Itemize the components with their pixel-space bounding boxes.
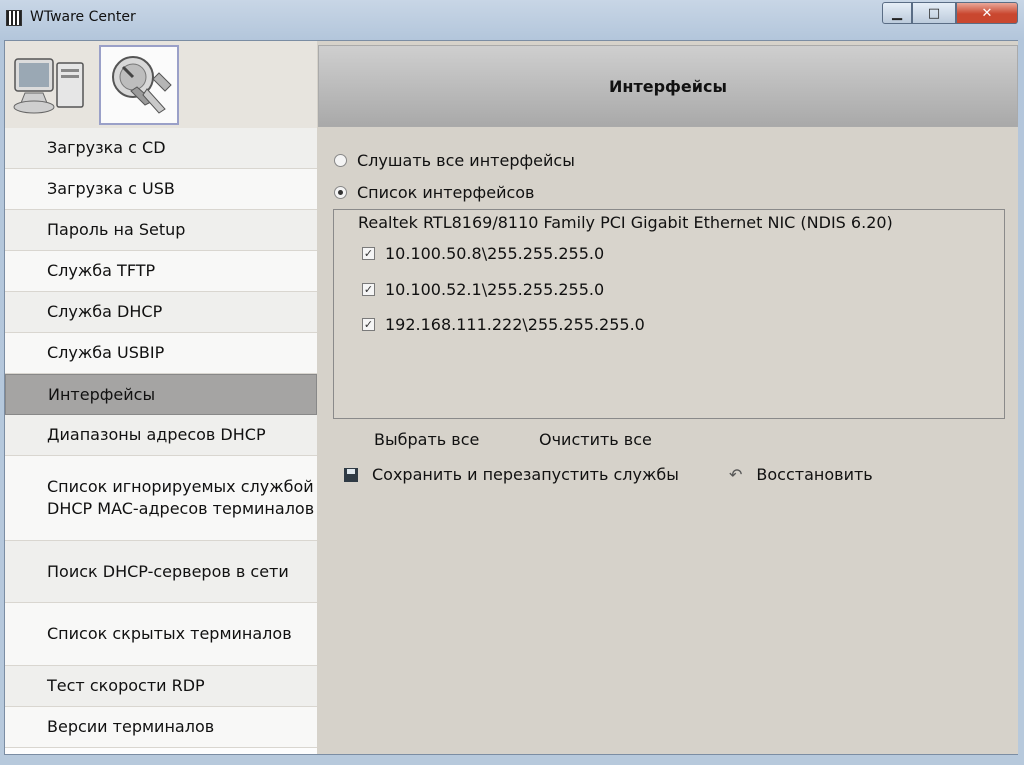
sidebar-item-dhcp[interactable]: Служба DHCP: [5, 292, 317, 333]
sidebar-item-label: Интерфейсы: [48, 384, 156, 404]
maximize-button[interactable]: □: [912, 2, 956, 24]
checkbox[interactable]: ✓: [362, 247, 375, 260]
sidebar-item-label: Служба DHCP: [47, 302, 163, 321]
main-panel: Интерфейсы Слушать все интерфейсы Список…: [318, 41, 1018, 754]
icon-toolbar: [5, 41, 317, 128]
address-label: 192.168.111.222\255.255.255.0: [385, 315, 645, 334]
save-icon: [344, 467, 358, 482]
app-icon: [6, 10, 22, 26]
radio-button[interactable]: [334, 186, 347, 199]
interface-list-box: [333, 209, 1005, 419]
sidebar-item-label: Список игнорируемых службой DHCP MAC-адр…: [47, 477, 315, 518]
computer-icon[interactable]: [9, 45, 89, 125]
sidebar-item-label: Тест скорости RDP: [47, 676, 205, 695]
undo-icon: ↶: [729, 465, 743, 484]
checkbox[interactable]: ✓: [362, 318, 375, 331]
sidebar-item-boot-usb[interactable]: Загрузка с USB: [5, 169, 317, 210]
sidebar-item-label: Служба TFTP: [47, 261, 156, 280]
sidebar-item-label: Версии терминалов: [47, 717, 215, 736]
sidebar-item-usbip[interactable]: Служба USBIP: [5, 333, 317, 374]
radio-listen-all[interactable]: Слушать все интерфейсы: [334, 151, 575, 170]
select-all-link[interactable]: Выбрать все: [374, 430, 479, 449]
radio-label: Список интерфейсов: [357, 183, 535, 202]
sidebar-item-label: Список скрытых терминалов: [47, 624, 292, 643]
address-label: 10.100.52.1\255.255.255.0: [385, 280, 605, 299]
sidebar-item-label: Поиск DHCP-серверов в сети: [47, 561, 289, 581]
close-button[interactable]: ✕: [956, 2, 1018, 24]
window-title: WTware Center: [30, 9, 136, 25]
adapter-name: Realtek RTL8169/8110 Family PCI Gigabit …: [358, 213, 893, 232]
save-restart-label: Сохранить и перезапустить службы: [372, 465, 679, 484]
minimize-button[interactable]: ▁: [882, 2, 912, 24]
title-bar[interactable]: WTware Center ▁ □ ✕: [0, 0, 1024, 36]
sidebar-item-hidden-terminals[interactable]: Список скрытых терминалов: [5, 603, 317, 666]
radio-label: Слушать все интерфейсы: [357, 151, 575, 170]
checkbox[interactable]: ✓: [362, 283, 375, 296]
address-label: 10.100.50.8\255.255.255.0: [385, 244, 605, 263]
client-area: Загрузка с CD Загрузка с USB Пароль на S…: [4, 40, 1018, 755]
sidebar-item-label: Служба USBIP: [47, 343, 165, 362]
save-restart-button[interactable]: Сохранить и перезапустить службы: [344, 465, 679, 484]
address-item[interactable]: ✓ 10.100.50.8\255.255.255.0: [362, 244, 604, 263]
satellite-wrench-icon[interactable]: [99, 45, 179, 125]
sidebar-item-tftp[interactable]: Служба TFTP: [5, 251, 317, 292]
sidebar-item-interfaces[interactable]: Интерфейсы: [5, 374, 317, 415]
sidebar-item-rdp-speed[interactable]: Тест скорости RDP: [5, 666, 317, 707]
restore-button[interactable]: ↶ Восстановить: [729, 465, 873, 484]
page-title: Интерфейсы: [609, 76, 727, 96]
sidebar-item-boot-cd[interactable]: Загрузка с CD: [5, 128, 317, 169]
sidebar-item-setup-password[interactable]: Пароль на Setup: [5, 210, 317, 251]
sidebar-item-dhcp-search[interactable]: Поиск DHCP-серверов в сети: [5, 541, 317, 603]
sidebar-item-label: Диапазоны адресов DHCP: [47, 425, 266, 444]
sidebar-item-terminal-versions[interactable]: Версии терминалов: [5, 707, 317, 748]
restore-label: Восстановить: [756, 465, 873, 484]
radio-button[interactable]: [334, 154, 347, 167]
app-window: WTware Center ▁ □ ✕ Загрузка с CD Загруз…: [0, 0, 1024, 765]
sidebar: Загрузка с CD Загрузка с USB Пароль на S…: [5, 41, 317, 754]
radio-interface-list[interactable]: Список интерфейсов: [334, 183, 534, 202]
sidebar-item-label: Загрузка с CD: [47, 138, 166, 157]
clear-all-link[interactable]: Очистить все: [539, 430, 652, 449]
address-item[interactable]: ✓ 10.100.52.1\255.255.255.0: [362, 280, 604, 299]
sidebar-item-label: Пароль на Setup: [47, 220, 186, 239]
sidebar-item-label: Загрузка с USB: [47, 179, 175, 198]
address-item[interactable]: ✓ 192.168.111.222\255.255.255.0: [362, 315, 645, 334]
sidebar-item-dhcp-ranges[interactable]: Диапазоны адресов DHCP: [5, 415, 317, 456]
sidebar-nav: Загрузка с CD Загрузка с USB Пароль на S…: [5, 128, 317, 748]
page-header: Интерфейсы: [318, 45, 1018, 127]
sidebar-item-ignored-macs[interactable]: Список игнорируемых службой DHCP MAC-адр…: [5, 456, 317, 541]
